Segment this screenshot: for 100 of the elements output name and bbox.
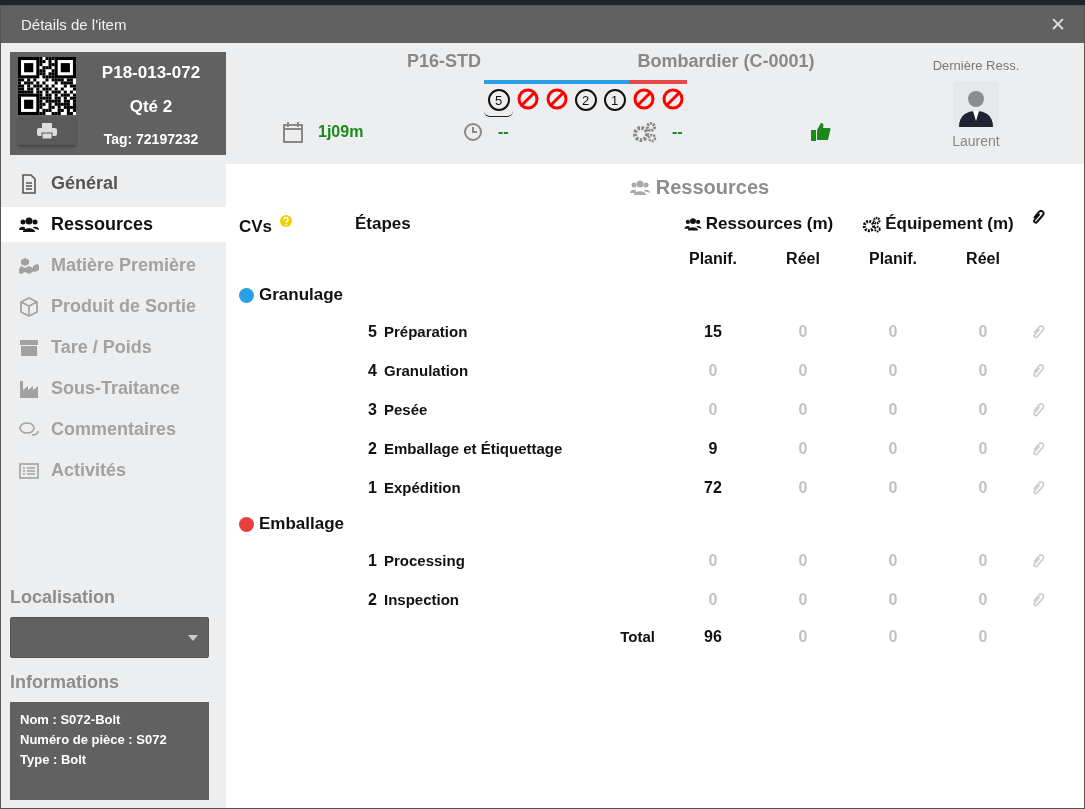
table-cell-text: 0 bbox=[887, 400, 899, 419]
gears-icon bbox=[862, 215, 883, 233]
paperclip-icon[interactable] bbox=[1031, 479, 1045, 496]
location-dropdown[interactable] bbox=[10, 617, 209, 658]
total-label: Total bbox=[619, 627, 656, 647]
section-label: Informations bbox=[10, 672, 120, 693]
table-cell-text: 0 bbox=[797, 361, 809, 380]
paperclip-icon bbox=[1031, 209, 1045, 225]
stat-value: -- bbox=[498, 123, 509, 141]
paperclip-icon[interactable] bbox=[1031, 323, 1045, 340]
table-cell-text: 0 bbox=[977, 628, 989, 646]
window-title: Détails de l'item bbox=[21, 16, 127, 33]
users-icon bbox=[682, 215, 703, 233]
column-header: Planif. bbox=[868, 249, 918, 268]
step-name: Expédition bbox=[383, 479, 462, 496]
table-cell-text: 0 bbox=[797, 478, 809, 497]
column-header: Étapes bbox=[355, 214, 412, 234]
step-name: Préparation bbox=[383, 323, 469, 340]
info-line: Nom : S072-Bolt bbox=[20, 712, 122, 727]
step-name: Emballage et Étiquettage bbox=[383, 440, 564, 457]
step-name: Granulation bbox=[383, 362, 470, 379]
table-cell-text: 96 bbox=[703, 628, 723, 646]
paperclip-icon[interactable] bbox=[1031, 362, 1045, 379]
prohibited-icon bbox=[661, 88, 684, 110]
prohibited-icon bbox=[516, 88, 539, 110]
stat-value: 1j09m bbox=[318, 123, 364, 141]
step-number: 5 bbox=[367, 322, 377, 342]
tag-number: Tag: 72197232 bbox=[103, 131, 199, 147]
table-cell-text: 0 bbox=[707, 361, 719, 380]
table-cell-text: 0 bbox=[977, 439, 989, 458]
table-cell-text: 0 bbox=[707, 590, 719, 609]
step-number: 2 bbox=[367, 439, 377, 459]
help-icon bbox=[280, 215, 293, 227]
step-name: Inspection bbox=[383, 591, 460, 608]
clock-icon bbox=[463, 122, 483, 142]
factory-icon bbox=[19, 378, 39, 399]
paperclip-icon[interactable] bbox=[1031, 440, 1045, 457]
table-cell-text: 0 bbox=[707, 551, 719, 570]
cube-icon bbox=[19, 296, 39, 317]
table-cell-text: 0 bbox=[887, 361, 899, 380]
sidebar-item[interactable]: Ressources bbox=[1, 207, 226, 242]
thumbs-up-icon bbox=[811, 122, 831, 142]
table-cell-text: 0 bbox=[977, 322, 989, 341]
table-cell-text: 0 bbox=[977, 551, 989, 570]
table-cell-text: 0 bbox=[797, 400, 809, 419]
table-cell-text: 0 bbox=[887, 628, 899, 646]
close-button[interactable]: ✕ bbox=[1046, 13, 1070, 36]
item-code: P18-013-072 bbox=[101, 63, 201, 83]
step-number: 1 bbox=[367, 478, 377, 498]
info-line: Numéro de pièce : S072 bbox=[20, 732, 168, 747]
prohibited-icon bbox=[545, 88, 568, 110]
column-header: Réel bbox=[785, 249, 821, 268]
paperclip-icon[interactable] bbox=[1031, 591, 1045, 608]
table-cell-text: 0 bbox=[797, 439, 809, 458]
table-cell-text: 15 bbox=[703, 322, 723, 341]
step-name: Pesée bbox=[383, 401, 429, 418]
table-cell-text: 0 bbox=[887, 478, 899, 497]
cubes-icon bbox=[19, 255, 39, 276]
table-cell-text: 0 bbox=[887, 322, 899, 341]
table-cell-text: 0 bbox=[977, 361, 989, 380]
table-cell-text: 0 bbox=[797, 551, 809, 570]
printer-icon bbox=[37, 123, 57, 139]
avatar-icon bbox=[953, 81, 999, 127]
table-cell-text: 0 bbox=[797, 322, 809, 341]
qr-code-icon bbox=[18, 57, 76, 115]
group-name: Granulage bbox=[259, 285, 344, 305]
table-cell-text: 0 bbox=[887, 590, 899, 609]
paperclip-icon[interactable] bbox=[1031, 401, 1045, 418]
step-number: 3 bbox=[367, 400, 377, 420]
paperclip-icon[interactable] bbox=[1031, 552, 1045, 569]
table-cell-text: 0 bbox=[797, 590, 809, 609]
table-cell-text: 9 bbox=[707, 439, 719, 458]
person-name: Laurent bbox=[952, 133, 1000, 149]
table-cell-text: 72 bbox=[703, 478, 723, 497]
gears-icon bbox=[633, 121, 657, 143]
column-header: Ressources (m) bbox=[705, 214, 834, 234]
print-button[interactable] bbox=[18, 117, 76, 145]
customer-name: Bombardier (C-0001) bbox=[636, 51, 816, 72]
last-resource-label: Dernière Ress. bbox=[932, 58, 1020, 73]
info-line: Type : Bolt bbox=[20, 752, 88, 767]
section-label: Localisation bbox=[10, 587, 117, 608]
caret-icon bbox=[188, 634, 198, 641]
list-icon bbox=[19, 460, 39, 481]
table-cell-text: 0 bbox=[977, 478, 989, 497]
product-code: P16-STD bbox=[406, 51, 482, 72]
archive-icon bbox=[19, 337, 39, 358]
sidebar-item[interactable]: Général bbox=[1, 163, 226, 204]
quantity: Qté 2 bbox=[129, 97, 173, 117]
table-cell-text: 0 bbox=[707, 400, 719, 419]
table-cell-text: 0 bbox=[977, 590, 989, 609]
group-name: Emballage bbox=[259, 514, 345, 534]
step-number: 4 bbox=[367, 361, 377, 381]
stat-value: -- bbox=[672, 123, 683, 141]
column-header: Équipement (m) bbox=[885, 214, 1014, 234]
column-header: Planif. bbox=[688, 249, 738, 268]
table-cell-text: 0 bbox=[977, 400, 989, 419]
step-number: 2 bbox=[367, 590, 377, 610]
column-header: CVs bbox=[239, 217, 273, 237]
prohibited-icon bbox=[632, 88, 655, 110]
section-title: Ressources bbox=[655, 176, 770, 199]
